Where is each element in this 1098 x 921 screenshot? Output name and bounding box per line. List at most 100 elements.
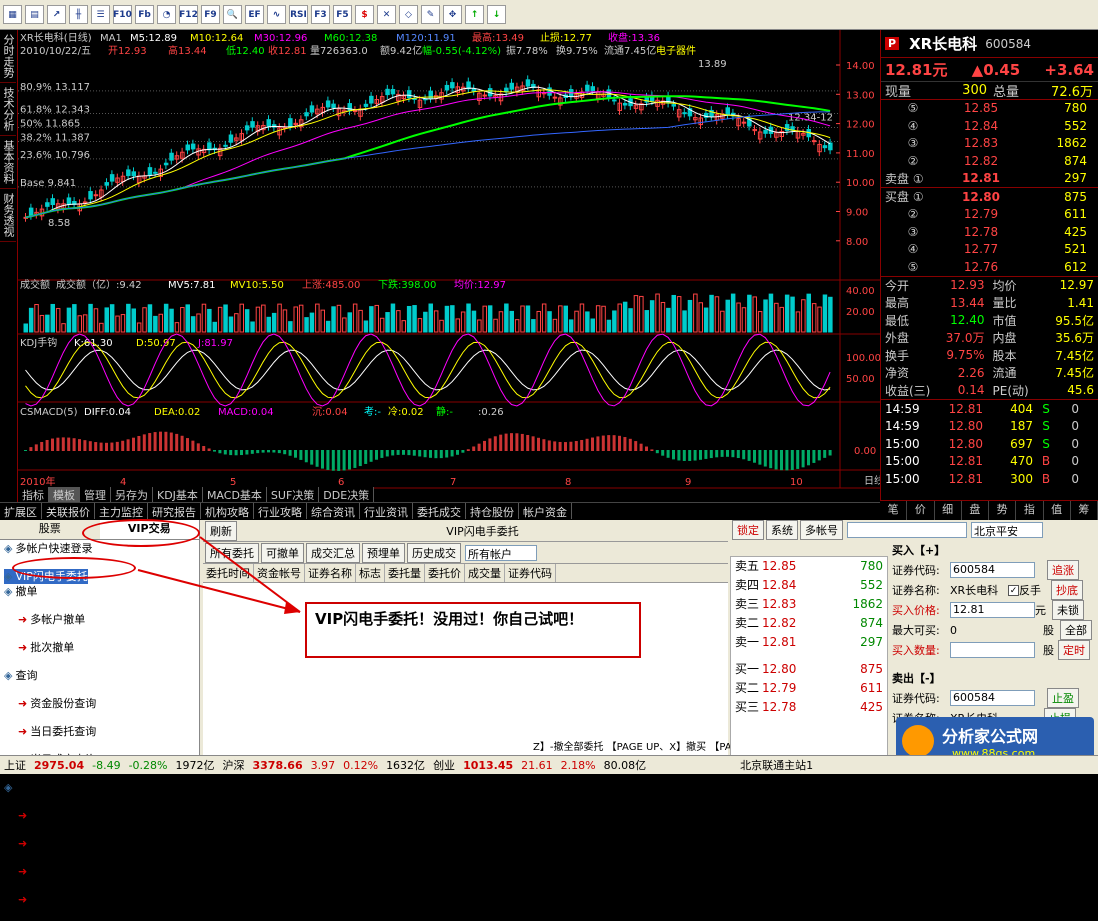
chase-button[interactable]: 追涨: [1047, 560, 1079, 580]
kline-chart[interactable]: XR长电科(日线) MA1 M5:12.89 M10:12.64 M30:12.…: [18, 30, 884, 502]
toolbar-f9-icon[interactable]: F9: [201, 5, 220, 24]
move-icon[interactable]: ✥: [443, 5, 462, 24]
ob-sell-row[interactable]: 卖三 12.83 1862: [731, 595, 887, 614]
side-tab-1[interactable]: 技术分析: [0, 83, 16, 136]
ext-tab[interactable]: 关联报价: [42, 503, 95, 519]
ob-buy-row[interactable]: 买二 12.79 611: [731, 679, 887, 698]
tree-item[interactable]: ◈ 策略交易: [4, 780, 195, 795]
column-header[interactable]: 证券代码: [505, 564, 556, 582]
quote-tab-1[interactable]: 价: [907, 501, 935, 520]
indicator-tab[interactable]: 模板: [49, 487, 80, 503]
buy-price-input[interactable]: 12.81: [950, 602, 1035, 618]
ruler-icon[interactable]: ◇: [399, 5, 418, 24]
quote-tab-7[interactable]: 筹: [1071, 501, 1098, 520]
tree-item[interactable]: ➜ 单帐户策略买入: [4, 836, 195, 851]
yen-icon[interactable]: $: [355, 5, 374, 24]
toolbar-rsi-icon[interactable]: RSI: [289, 5, 308, 24]
toolbar-f10-icon[interactable]: F10: [113, 5, 132, 24]
column-header[interactable]: 成交量: [465, 564, 505, 582]
lock-button[interactable]: 锁定: [732, 520, 764, 540]
line-chart-icon[interactable]: ↗: [47, 5, 66, 24]
filter-button[interactable]: 成交汇总: [306, 542, 360, 563]
broker-select[interactable]: 北京平安: [971, 522, 1043, 538]
ext-tab[interactable]: 扩展区: [0, 503, 42, 519]
toolbar-f12-icon[interactable]: F12: [179, 5, 198, 24]
ext-tab[interactable]: 行业资讯: [360, 503, 413, 519]
side-tab-3[interactable]: 财务透视: [0, 189, 16, 242]
indicator-tab[interactable]: SUF决策: [266, 487, 320, 503]
refresh-button[interactable]: 刷新: [205, 520, 237, 541]
toolbar-f3-icon[interactable]: F3: [311, 5, 330, 24]
column-header[interactable]: 证券名称: [305, 564, 356, 582]
column-header[interactable]: 委托时间: [203, 564, 254, 582]
toolbar-f5-icon[interactable]: F5: [333, 5, 352, 24]
indicator-tab[interactable]: 管理: [80, 487, 111, 503]
indicator-tab[interactable]: KDJ基本: [153, 487, 203, 503]
quote-tab-3[interactable]: 盘: [962, 501, 989, 520]
indicator-tab[interactable]: MACD基本: [202, 487, 267, 503]
column-header[interactable]: 委托价: [425, 564, 465, 582]
table-icon[interactable]: ▤: [25, 5, 44, 24]
filter-button[interactable]: 历史成交: [407, 542, 461, 563]
ob-sell-row[interactable]: 卖一 12.81 297: [731, 633, 887, 652]
tree-item[interactable]: ➜ 资金股份查询: [4, 696, 195, 711]
account-field[interactable]: [847, 522, 967, 538]
buy-code-input[interactable]: 600584: [950, 562, 1035, 578]
ob-sell-row[interactable]: 卖二 12.82 874: [731, 614, 887, 633]
tree-item[interactable]: ➜ 多帐户撤单: [4, 612, 195, 627]
indicator-tab[interactable]: 指标: [18, 487, 49, 503]
unlock-button[interactable]: 未锁: [1052, 600, 1084, 620]
tree-item[interactable]: ➜ 批次撤单: [4, 640, 195, 655]
ob-buy-row[interactable]: 买一 12.80 875: [731, 660, 887, 679]
system-button[interactable]: 系统: [766, 520, 798, 540]
ob-sell-row[interactable]: 卖四 12.84 552: [731, 576, 887, 595]
tree-item[interactable]: ◈ 撤单: [4, 584, 195, 599]
quote-tab-0[interactable]: 笔: [880, 501, 908, 520]
list-icon[interactable]: ☰: [91, 5, 110, 24]
bottom-fish-button[interactable]: 抄底: [1051, 580, 1083, 600]
all-button[interactable]: 全部: [1060, 620, 1092, 640]
search-icon[interactable]: 🔍: [223, 5, 242, 24]
ext-tab[interactable]: 主力监控: [95, 503, 148, 519]
toolbar-ef-icon[interactable]: EF: [245, 5, 264, 24]
ext-tab[interactable]: 持仓股份: [466, 503, 519, 519]
column-header[interactable]: 资金帐号: [254, 564, 305, 582]
quote-tab-6[interactable]: 值: [1044, 501, 1071, 520]
multi-account-button[interactable]: 多帐号: [800, 520, 843, 540]
grid-icon[interactable]: ▦: [3, 5, 22, 24]
column-header[interactable]: 标志: [356, 564, 385, 582]
ob-buy-row[interactable]: 买三 12.78 425: [731, 698, 887, 717]
quote-tab-2[interactable]: 细: [935, 501, 962, 520]
ext-tab[interactable]: 研究报告: [148, 503, 201, 519]
column-header[interactable]: 委托量: [385, 564, 425, 582]
quote-tab-4[interactable]: 势: [989, 501, 1017, 520]
pen-icon[interactable]: ✎: [421, 5, 440, 24]
ext-tab[interactable]: 帐户资金: [519, 503, 572, 519]
ext-tab[interactable]: 综合资讯: [307, 503, 360, 519]
reverse-checkbox[interactable]: ✓: [1008, 584, 1019, 596]
timer-button[interactable]: 定时: [1058, 640, 1090, 660]
tree-item[interactable]: ➜ 当日委托查询: [4, 724, 195, 739]
side-tab-0[interactable]: 分时走势: [0, 30, 16, 83]
ext-tab[interactable]: 行业攻略: [254, 503, 307, 519]
ext-tab[interactable]: 委托成交: [413, 503, 466, 519]
tree-item[interactable]: ➜ 单帐户策略卖出: [4, 864, 195, 879]
sell-code-input[interactable]: 600584: [950, 690, 1035, 706]
indicator-tab[interactable]: 另存为: [111, 487, 153, 503]
ext-tab[interactable]: 机构攻略: [201, 503, 254, 519]
chart-icon[interactable]: ◔: [157, 5, 176, 24]
kline-icon[interactable]: ╫: [69, 5, 88, 24]
up-arrow-icon[interactable]: ↑: [465, 5, 484, 24]
quote-tab-5[interactable]: 指: [1016, 501, 1044, 520]
tree-item[interactable]: ➜ 策略预埋单: [4, 808, 195, 823]
take-profit-button[interactable]: 止盈: [1047, 688, 1079, 708]
tree-item[interactable]: ➜ 多帐户策略买入: [4, 892, 195, 907]
filter-button[interactable]: 可撤单: [261, 542, 304, 563]
buy-qty-input[interactable]: [950, 642, 1035, 658]
tree-item[interactable]: ◈ 查询: [4, 668, 195, 683]
cross-icon[interactable]: ✕: [377, 5, 396, 24]
filter-button[interactable]: 预埋单: [362, 542, 405, 563]
side-tab-2[interactable]: 基本资料: [0, 136, 16, 189]
indicator-tab[interactable]: DDE决策: [319, 487, 375, 503]
toolbar-f10b-icon[interactable]: Fb: [135, 5, 154, 24]
